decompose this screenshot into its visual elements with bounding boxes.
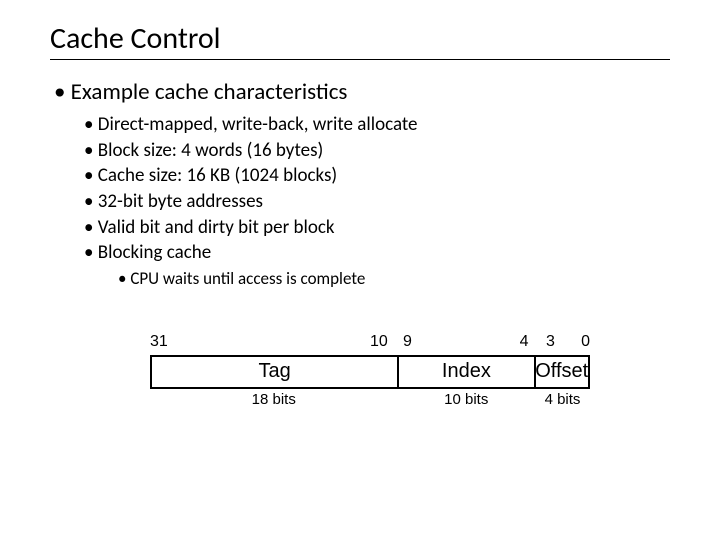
field-sizes-row: 18 bits 10 bits 4 bits [150,391,590,413]
field-index: Index [397,357,533,387]
bit-label: 31 [150,333,168,351]
bullet-lvl2: Blocking cache [84,240,670,266]
bullet-lvl1: Example cache characteristics [54,78,670,106]
bullet-lvl2-list: Direct-mapped, write-back, write allocat… [84,112,670,289]
bullet-lvl2: Block size: 4 words (16 bytes) [84,138,670,164]
bullet-lvl2: 32-bit byte addresses [84,189,670,215]
bit-label: 3 [546,333,555,351]
bit-label: 0 [581,333,590,351]
bit-label: 10 [370,333,388,351]
size-index: 10 bits [398,391,536,413]
field-offset: Offset [534,357,589,387]
bullet-lvl2: Cache size: 16 KB (1024 blocks) [84,163,670,189]
bit-label: 9 [403,333,412,351]
field-boxes: Tag Index Offset [150,355,590,389]
bit-label: 4 [520,333,529,351]
bullet-lvl2: Direct-mapped, write-back, write allocat… [84,112,670,138]
size-offset: 4 bits [535,391,590,413]
bullet-lvl2: Valid bit and dirty bit per block [84,215,670,241]
slide-title: Cache Control [50,20,670,60]
size-tag: 18 bits [150,391,398,413]
bullet-lvl3: CPU waits until access is complete [118,268,670,289]
bullet-lvl3-list: CPU waits until access is complete [118,268,670,289]
bit-labels-row: 31 10 9 4 3 0 [150,333,590,355]
field-tag: Tag [152,357,397,387]
address-diagram: 31 10 9 4 3 0 Tag Index Offset 18 bits 1… [150,333,590,413]
